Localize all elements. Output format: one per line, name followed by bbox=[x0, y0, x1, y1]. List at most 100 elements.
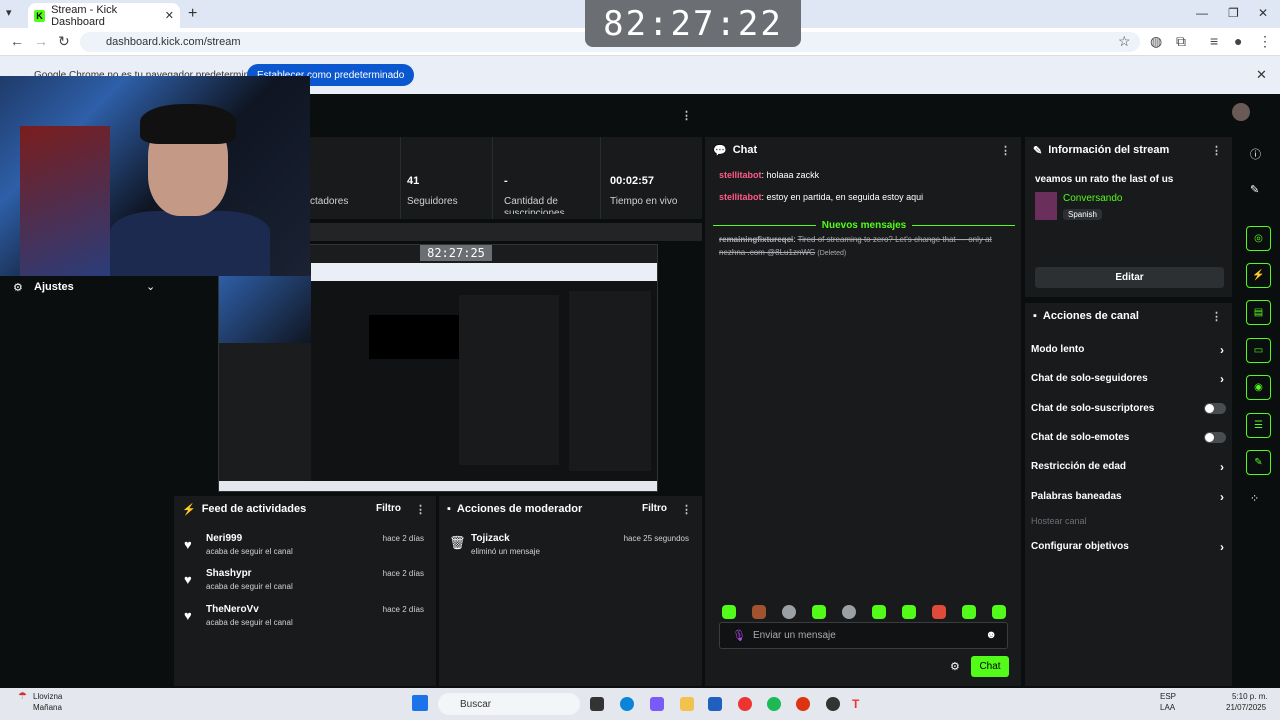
age-restriction-row[interactable]: Restricción de edad › bbox=[1031, 460, 1226, 475]
subs-value: - bbox=[504, 175, 508, 187]
feed-item-name[interactable]: Shashypr bbox=[206, 568, 252, 579]
emote-icon[interactable] bbox=[752, 605, 766, 619]
language-indicator[interactable]: ESP bbox=[1160, 692, 1176, 701]
store-icon[interactable] bbox=[708, 697, 722, 711]
channel-actions-header: ▪ Acciones de canal bbox=[1025, 303, 1232, 329]
feed-item-action: acaba de seguir el canal bbox=[206, 582, 293, 591]
windows-taskbar: ☂ Llovizna Mañana Buscar ESP LAA 5:10 p.… bbox=[0, 688, 1280, 720]
preview-webcam bbox=[219, 275, 311, 343]
chat-menu-icon[interactable]: ⋮ bbox=[1000, 144, 1011, 157]
video-panel-menu-icon[interactable]: ⋮ bbox=[681, 109, 692, 122]
emote-icon[interactable] bbox=[902, 605, 916, 619]
rail-list-icon[interactable]: ☰ bbox=[1246, 413, 1271, 438]
rail-wrench-icon[interactable]: ✎ bbox=[1246, 450, 1271, 475]
rail-chat-icon[interactable]: ▭ bbox=[1246, 338, 1271, 363]
emoji-icon[interactable]: ☻ bbox=[985, 629, 997, 641]
send-chat-button[interactable]: Chat bbox=[971, 656, 1009, 677]
browser-tab[interactable]: K Stream - Kick Dashboard ✕ bbox=[28, 3, 180, 28]
user-avatar[interactable] bbox=[1232, 103, 1250, 121]
close-tab-icon[interactable]: ✕ bbox=[165, 9, 174, 22]
category-label[interactable]: Conversando bbox=[1063, 193, 1122, 204]
rail-doc-icon[interactable]: ▤ bbox=[1246, 300, 1271, 325]
rail-bolt-icon[interactable]: ⚡ bbox=[1246, 263, 1271, 288]
windows-start-icon[interactable] bbox=[412, 695, 428, 711]
channel-actions-menu-icon[interactable]: ⋮ bbox=[1211, 310, 1222, 323]
activity-filter-button[interactable]: Filtro bbox=[376, 503, 401, 514]
chat-username[interactable]: remainingfixtureqci bbox=[719, 235, 793, 244]
mod-menu-icon[interactable]: ⋮ bbox=[681, 503, 692, 516]
back-icon[interactable]: ← bbox=[10, 33, 24, 49]
emote-icon[interactable] bbox=[722, 605, 736, 619]
rail-apps-icon[interactable]: ⁘ bbox=[1250, 492, 1259, 505]
feed-item-name[interactable]: Neri999 bbox=[206, 533, 242, 544]
clock-time[interactable]: 5:10 p. m. bbox=[1232, 692, 1268, 701]
webcam-overlay bbox=[0, 76, 310, 276]
rail-tool-icon[interactable]: ◎ bbox=[1246, 226, 1271, 251]
edit-stream-button[interactable]: Editar bbox=[1035, 267, 1224, 288]
taskbar-search[interactable]: Buscar bbox=[438, 693, 580, 715]
text-app-icon[interactable]: T bbox=[852, 697, 866, 711]
emote-icon[interactable] bbox=[842, 605, 856, 619]
activity-menu-icon[interactable]: ⋮ bbox=[415, 503, 426, 516]
chrome-menu-icon[interactable]: ⋮ bbox=[1258, 33, 1272, 50]
feed-item-name[interactable]: TheNeroVv bbox=[206, 604, 259, 615]
extension-icon[interactable]: ◍ bbox=[1150, 33, 1162, 50]
stream-info-header: ✎ Información del stream bbox=[1025, 137, 1232, 163]
subs-only-label: Chat de solo-suscriptores bbox=[1031, 403, 1155, 414]
emote-icon[interactable] bbox=[782, 605, 796, 619]
obs-icon[interactable] bbox=[826, 697, 840, 711]
banned-words-row[interactable]: Palabras baneadas › bbox=[1031, 490, 1226, 505]
emotes-only-toggle[interactable] bbox=[1204, 432, 1226, 443]
clock-date: 21/07/2025 bbox=[1226, 703, 1267, 712]
ajustes-label[interactable]: Ajustes bbox=[34, 281, 74, 293]
infobar-close-icon[interactable]: ✕ bbox=[1256, 67, 1267, 83]
mod-item-name[interactable]: Tojizack bbox=[471, 533, 510, 544]
activity-feed-title: Feed de actividades bbox=[201, 503, 307, 515]
edge-icon[interactable] bbox=[620, 697, 634, 711]
reload-icon[interactable]: ↻ bbox=[58, 33, 70, 50]
emote-icon[interactable] bbox=[872, 605, 886, 619]
chat-text: holaaa zackk bbox=[766, 170, 820, 180]
minimize-icon[interactable]: — bbox=[1196, 6, 1208, 20]
subs-only-toggle[interactable] bbox=[1204, 403, 1226, 414]
spotify-icon[interactable] bbox=[767, 697, 781, 711]
weather-icon[interactable]: ☂ bbox=[18, 691, 27, 702]
info-icon[interactable]: ⓘ bbox=[1250, 146, 1261, 162]
rail-broadcast-icon[interactable]: ◉ bbox=[1246, 375, 1271, 400]
followers-only-row[interactable]: Chat de solo-seguidores › bbox=[1031, 372, 1226, 387]
emote-icon[interactable] bbox=[962, 605, 976, 619]
close-window-icon[interactable]: ✕ bbox=[1258, 6, 1268, 20]
copilot-icon[interactable] bbox=[650, 697, 664, 711]
profile-icon[interactable]: ● bbox=[1234, 33, 1242, 49]
chat-input[interactable]: 🎙 Enviar un mensaje ☻ bbox=[719, 622, 1008, 649]
emote-icon[interactable] bbox=[992, 605, 1006, 619]
chat-username[interactable]: stellitabot bbox=[719, 170, 762, 180]
new-tab-button[interactable]: + bbox=[188, 5, 197, 23]
bookmark-star-icon[interactable]: ☆ bbox=[1118, 33, 1131, 50]
stream-preview[interactable] bbox=[218, 244, 658, 492]
preview-timer: 82:27:25 bbox=[420, 245, 492, 261]
maximize-icon[interactable]: ❐ bbox=[1228, 6, 1239, 20]
taskbar-app-icon[interactable] bbox=[590, 697, 604, 711]
opera-icon[interactable] bbox=[796, 697, 810, 711]
followers-label: Seguidores bbox=[407, 196, 458, 207]
menu-lines-icon[interactable]: ≡ bbox=[1210, 33, 1218, 49]
tab-list-icon[interactable]: ▾ bbox=[6, 6, 12, 19]
forward-icon[interactable]: → bbox=[34, 33, 48, 49]
microphone-icon[interactable]: 🎙 bbox=[732, 629, 746, 642]
chat-message: stellitabot: holaaa zackk bbox=[719, 170, 820, 180]
language-badge: Spanish bbox=[1063, 209, 1102, 220]
emote-icon[interactable] bbox=[812, 605, 826, 619]
chrome-icon[interactable] bbox=[738, 697, 752, 711]
folder-icon[interactable] bbox=[680, 697, 694, 711]
stream-info-menu-icon[interactable]: ⋮ bbox=[1211, 144, 1222, 157]
chat-settings-icon[interactable]: ⚙ bbox=[950, 660, 960, 673]
slow-mode-row[interactable]: Modo lento › bbox=[1031, 343, 1226, 358]
puzzle-icon[interactable]: ⧉ bbox=[1176, 33, 1186, 50]
emote-icon[interactable] bbox=[932, 605, 946, 619]
goals-row[interactable]: Configurar objetivos › bbox=[1031, 540, 1226, 555]
chat-username[interactable]: stellitabot bbox=[719, 192, 762, 202]
chevron-down-icon[interactable]: ⌄ bbox=[146, 280, 155, 293]
edit-icon[interactable]: ✎ bbox=[1250, 183, 1259, 196]
mod-filter-button[interactable]: Filtro bbox=[642, 503, 667, 514]
